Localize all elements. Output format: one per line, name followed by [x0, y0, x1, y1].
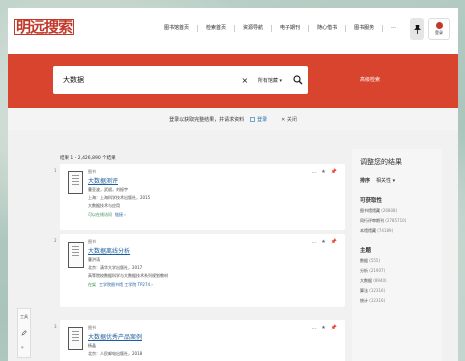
book-cover-icon: [68, 327, 83, 350]
result-meta: 图书 大数据测评 曹亚波，武斌，刘振宇 上海：上海科学技术出版社，2015 大数…: [88, 169, 300, 218]
result-actions: ... ★ 📌: [312, 169, 338, 175]
availability-status: 在架: [88, 282, 96, 287]
login-label: 登录: [435, 30, 443, 35]
search-input[interactable]: 大数据: [53, 75, 238, 85]
result-title[interactable]: 大数据优秀产品案例: [88, 332, 300, 341]
result-count: 结果 1 - 2,426,890 个结果: [60, 156, 116, 161]
pin-result-icon[interactable]: 📌: [331, 325, 337, 331]
search-icon[interactable]: [288, 66, 308, 94]
result-card[interactable]: 1 图书 大数据测评 曹亚波，武斌，刘振宇 上海：上海科学技术出版社，2015 …: [54, 164, 345, 230]
nav-item-library-home[interactable]: 图书馆首页: [156, 25, 199, 32]
result-number: 3: [54, 324, 57, 329]
logo[interactable]: 明远搜索: [14, 18, 75, 36]
book-cover-icon: [68, 242, 84, 268]
book-cover-icon: [68, 171, 83, 194]
more-actions-icon[interactable]: ...: [312, 239, 317, 245]
facets-heading: 调整您的结果: [360, 158, 402, 166]
pin-result-icon[interactable]: 📌: [331, 239, 337, 245]
notice-login-button[interactable]: 登录: [250, 116, 267, 123]
result-actions: ... ★ 📌: [312, 325, 338, 331]
nav-item-borrow[interactable]: 随心借书: [309, 25, 347, 32]
subject-heading: 主题: [360, 248, 372, 254]
svg-text:": ": [21, 346, 24, 352]
result-actions: ... ★ 📌: [312, 239, 338, 245]
result-author: 曹亚波，武斌，刘振宇: [88, 187, 128, 192]
result-card[interactable]: 2 图书 大数据离线分析 曹洪涛 北京：清华大学出版社，2017 高等院校数据科…: [54, 234, 345, 307]
facet-item[interactable]: 统计 (12316): [360, 298, 442, 304]
nav-item-search-home[interactable]: 检索首页: [198, 25, 236, 32]
favorite-icon[interactable]: ★: [321, 325, 325, 331]
facet-item[interactable]: 数据 (555): [360, 258, 442, 264]
favorite-icon[interactable]: ★: [321, 169, 325, 175]
facets-panel: 调整您的结果 排序 相关性 ▾ 可获取性 图书馆馆藏 (26808) 同行评审期…: [352, 149, 442, 361]
availability-link[interactable]: 链接 ›: [115, 212, 126, 218]
more-actions-icon[interactable]: ...: [312, 169, 317, 175]
nav-item-ejournals[interactable]: 电子期刊: [272, 25, 310, 32]
availability[interactable]: 在架 工学院图书馆 工学院 TP274 ›: [88, 282, 300, 288]
result-publisher: 北京：人民邮电出版社，2018: [88, 351, 143, 356]
result-number: 2: [54, 238, 57, 243]
availability-heading: 可获取性: [360, 198, 383, 204]
clear-icon[interactable]: ×: [238, 76, 252, 85]
cite-icon[interactable]: ": [21, 346, 27, 352]
edit-icon[interactable]: [21, 330, 27, 336]
result-series: 大数据技术与应用: [88, 203, 120, 208]
result-author: 杨晶: [88, 343, 96, 348]
result-card[interactable]: 3 图书 大数据优秀产品案例 杨晶 北京：人民邮电出版社，2018 ... ★ …: [54, 320, 345, 361]
scope-dropdown[interactable]: 所有馆藏 ▾: [252, 77, 288, 84]
facet-item[interactable]: 算法 (12316): [360, 288, 442, 294]
nav-item-more[interactable]: ···: [383, 25, 404, 32]
availability-status: 可以在线访问: [88, 212, 112, 217]
result-publisher: 北京：清华大学出版社，2017: [88, 265, 143, 270]
result-publisher: 上海：上海科学技术出版社，2015: [88, 195, 151, 200]
sort-dropdown[interactable]: 相关性 ▾: [376, 177, 395, 184]
result-title[interactable]: 大数据测评: [88, 176, 300, 185]
login-notice: 登录以获取完整结果，并请求资料 登录 ✕ 关闭: [8, 108, 458, 130]
search-bar: 大数据 × 所有馆藏 ▾: [53, 66, 308, 94]
toolbox[interactable]: 工具 ": [17, 308, 31, 358]
result-author: 曹洪涛: [88, 257, 100, 262]
nav-item-resource-nav[interactable]: 资源导航: [235, 25, 273, 32]
top-bar: 明远搜索 图书馆首页 检索首页 资源导航 电子期刊 随心借书 图书服务 ··· …: [8, 8, 458, 54]
notice-text: 登录以获取完整结果，并请求资料: [169, 116, 245, 123]
more-actions-icon[interactable]: ...: [312, 325, 317, 331]
facet-item[interactable]: 分析 (21907): [360, 268, 442, 274]
nav-item-services[interactable]: 图书服务: [346, 25, 384, 32]
result-meta: 图书 大数据优秀产品案例 杨晶 北京：人民邮电出版社，2018: [88, 325, 300, 357]
result-number: 1: [54, 168, 57, 173]
availability-link[interactable]: 工学院图书馆 工学院 TP274 ›: [99, 282, 153, 288]
result-series: 高等院校数据科学与大数据技术系列规划教材: [88, 273, 168, 278]
favorite-icon[interactable]: ★: [321, 239, 325, 245]
login-button[interactable]: 登录: [428, 18, 450, 40]
result-type: 图书: [88, 169, 96, 174]
facet-item[interactable]: 同行评审期刊 (2785710): [360, 218, 442, 224]
result-title[interactable]: 大数据离线分析: [88, 246, 300, 255]
advanced-search-link[interactable]: 高级检索: [360, 76, 380, 83]
pin-icon[interactable]: [410, 18, 424, 40]
facet-item[interactable]: 大数据 (8940): [360, 278, 442, 284]
result-meta: 图书 大数据离线分析 曹洪涛 北京：清华大学出版社，2017 高等院校数据科学与…: [88, 239, 300, 288]
result-type: 图书: [88, 239, 96, 244]
facet-item[interactable]: 本馆馆藏 (74189): [360, 228, 442, 234]
sort-label: 排序: [360, 178, 371, 184]
user-icon: [435, 22, 443, 29]
sort-control: 排序 相关性 ▾: [360, 177, 442, 184]
result-type: 图书: [88, 325, 96, 330]
results-area: 结果 1 - 2,426,890 个结果 1 图书 大数据测评 曹亚波，武斌，刘…: [8, 130, 458, 361]
top-right-controls: 登录: [410, 18, 450, 40]
pin-result-icon[interactable]: 📌: [331, 169, 337, 175]
search-band: 大数据 × 所有馆藏 ▾ 高级检索: [8, 54, 458, 108]
facet-item[interactable]: 图书馆馆藏 (26808): [360, 208, 442, 214]
page-container: 明远搜索 图书馆首页 检索首页 资源导航 电子期刊 随心借书 图书服务 ··· …: [8, 8, 458, 361]
main-nav: 图书馆首页 检索首页 资源导航 电子期刊 随心借书 图书服务 ···: [156, 25, 404, 32]
toolbox-label: 工具: [20, 314, 28, 319]
availability[interactable]: 可以在线访问 链接 ›: [88, 212, 300, 218]
notice-dismiss-button[interactable]: ✕ 关闭: [281, 116, 297, 123]
login-icon: [250, 116, 255, 122]
